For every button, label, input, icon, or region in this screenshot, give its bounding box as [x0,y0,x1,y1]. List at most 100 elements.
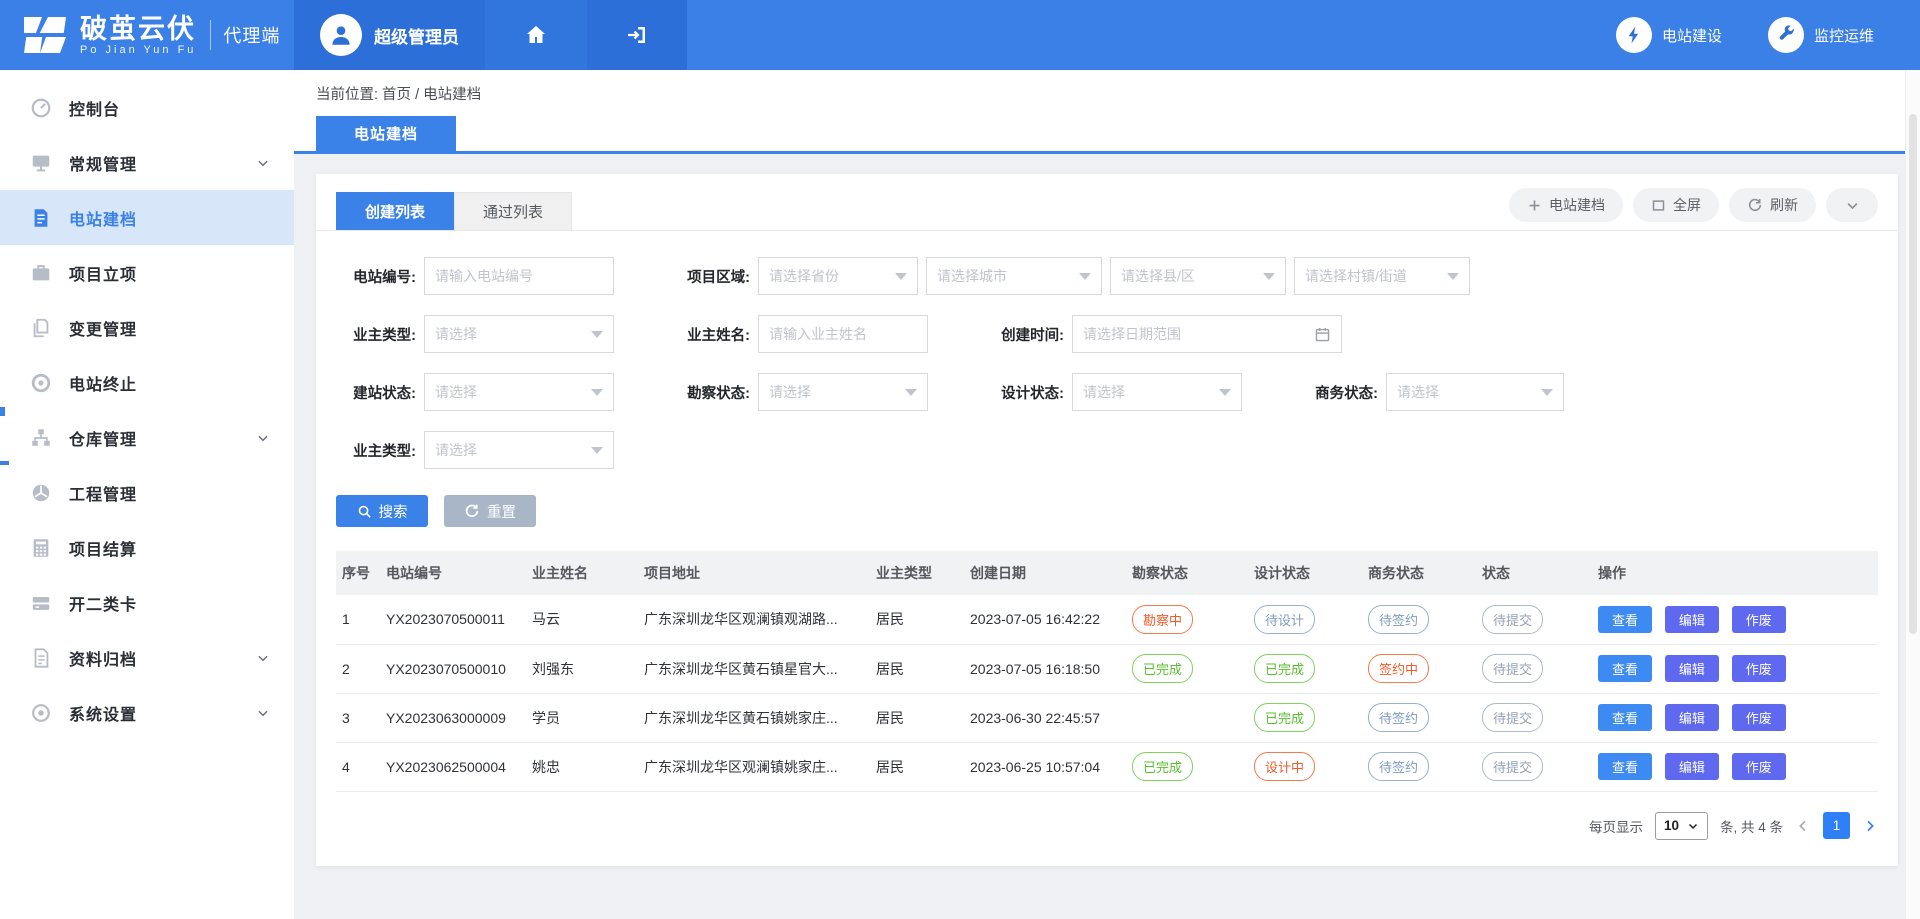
logout-button[interactable] [587,0,687,70]
date-range-input[interactable] [1072,315,1342,353]
sidebar-item-change-mgmt[interactable]: 变更管理 [0,300,294,355]
province-select[interactable]: 请选择省份 [758,257,918,295]
business-status-select[interactable]: 请选择 [1386,373,1564,411]
edit-button[interactable]: 编辑 [1665,753,1719,780]
per-page-select[interactable]: 10 [1655,812,1708,840]
sidebar-item-station-archive[interactable]: 电站建档 [0,190,294,245]
status-badge: 已完成 [1132,752,1193,781]
owner-name-input[interactable] [758,315,928,353]
user-name: 超级管理员 [374,23,459,48]
scrollbar-thumb[interactable] [1909,114,1917,634]
sidebar-item-data-archive[interactable]: 资料归档 [0,630,294,685]
tab-passed-list[interactable]: 通过列表 [454,192,572,230]
page-tab-station-archive[interactable]: 电站建档 [316,116,456,151]
edit-button[interactable]: 编辑 [1665,606,1719,633]
status-badge: 待签约 [1368,752,1429,781]
vertical-scrollbar[interactable] [1905,70,1920,919]
filter-form: 电站编号: 项目区域: 请选择省份 请选择城市 请选择县/区 请选择村镇/街道 [316,231,1898,469]
fullscreen-icon [1651,198,1666,213]
tab-create-list[interactable]: 创建列表 [336,192,454,230]
town-select[interactable]: 请选择村镇/街道 [1294,257,1470,295]
region-label: 项目区域: [670,266,750,287]
avatar [320,14,362,56]
card-toolbar: 电站建档 全屏 刷新 [1509,188,1878,230]
collapse-toolbar-button[interactable] [1826,188,1878,222]
refresh-button[interactable]: 刷新 [1729,188,1816,222]
view-button[interactable]: 查看 [1598,606,1652,633]
brand-logo-icon [22,15,68,55]
caret-down-icon [591,331,603,338]
refresh-icon [1747,197,1763,213]
sidebar-item-system-settings[interactable]: 系统设置 [0,685,294,740]
station-table: 序号 电站编号 业主姓名 项目地址 业主类型 创建日期 勘察状态 设计状态 商务… [336,551,1878,792]
home-button[interactable] [485,0,587,70]
breadcrumb: 当前位置: 首页 / 电站建档 [294,70,1920,116]
build-status-select[interactable]: 请选择 [424,373,614,411]
reset-button[interactable]: 重置 [444,495,536,527]
void-button[interactable]: 作废 [1732,704,1786,731]
portal-label: 代理端 [223,22,280,48]
wrench-icon [1768,17,1804,53]
station-code-input[interactable] [424,257,614,295]
caret-down-icon [591,447,603,454]
search-button[interactable]: 搜索 [336,495,428,527]
edit-button[interactable]: 编辑 [1665,655,1719,682]
table-row: 3 YX2023063000009 学员 广东深圳龙华区黄石镇姚家庄... 居民… [336,693,1878,742]
design-status-select[interactable]: 请选择 [1072,373,1242,411]
list-tabs-bar: 创建列表 通过列表 电站建档 全屏 [316,174,1898,231]
briefcase-icon [30,261,54,285]
prev-page-button[interactable] [1795,818,1811,834]
station-code-label: 电站编号: [336,266,416,287]
chevron-down-icon [256,706,270,720]
archive-doc-icon [30,646,54,670]
brand-title: 破茧云伏 [80,14,196,44]
void-button[interactable]: 作废 [1732,655,1786,682]
build-status-label: 建站状态: [336,382,416,403]
settings-icon [30,701,54,725]
nav-monitor-ops-label: 监控运维 [1814,25,1874,46]
owner-type2-label: 业主类型: [336,440,416,461]
city-select[interactable]: 请选择城市 [926,257,1102,295]
owner-type2-select[interactable]: 请选择 [424,431,614,469]
next-page-button[interactable] [1862,818,1878,834]
nav-monitor-ops[interactable]: 监控运维 [1768,0,1874,70]
table-header-row: 序号 电站编号 业主姓名 项目地址 业主类型 创建日期 勘察状态 设计状态 商务… [336,551,1878,595]
view-button[interactable]: 查看 [1598,753,1652,780]
sidebar-item-station-terminate[interactable]: 电站终止 [0,355,294,410]
fullscreen-button[interactable]: 全屏 [1633,188,1719,222]
status-badge: 勘察中 [1132,605,1193,634]
sidebar-item-console[interactable]: 控制台 [0,80,294,135]
county-select[interactable]: 请选择县/区 [1110,257,1286,295]
sidebar-item-engineering-mgmt[interactable]: 工程管理 [0,465,294,520]
view-button[interactable]: 查看 [1598,655,1652,682]
caret-down-icon [1541,389,1553,396]
bank-card-icon [30,591,54,615]
status-badge: 待提交 [1482,654,1543,683]
sidebar-item-project-initiation[interactable]: 项目立项 [0,245,294,300]
void-button[interactable]: 作废 [1732,606,1786,633]
sidebar-item-project-settlement[interactable]: 项目结算 [0,520,294,575]
nav-station-build[interactable]: 电站建设 [1616,0,1722,70]
survey-status-select[interactable]: 请选择 [758,373,928,411]
chevron-down-icon [1845,198,1860,213]
engineering-gauge-icon [30,481,54,505]
create-station-button[interactable]: 电站建档 [1509,188,1623,222]
sidebar-item-general-mgmt[interactable]: 常规管理 [0,135,294,190]
void-button[interactable]: 作废 [1732,753,1786,780]
sidebar: 控制台 常规管理 电站建档 项 [0,70,294,919]
user-menu[interactable]: 超级管理员 [294,0,485,70]
edit-button[interactable]: 编辑 [1665,704,1719,731]
brand-text: 破茧云伏 Po Jian Yun Fu [80,14,196,56]
view-button[interactable]: 查看 [1598,704,1652,731]
business-status-label: 商务状态: [1298,382,1378,403]
survey-status-label: 勘察状态: [670,382,750,403]
chevron-down-icon [256,431,270,445]
lightning-icon [1616,17,1652,53]
page-number-button[interactable]: 1 [1823,812,1850,839]
owner-type-label: 业主类型: [336,324,416,345]
plus-icon [1527,198,1542,213]
sidebar-item-warehouse-mgmt[interactable]: 仓库管理 [0,410,294,465]
owner-type-select[interactable]: 请选择 [424,315,614,353]
sidebar-item-open-class2-card[interactable]: 开二类卡 [0,575,294,630]
sidebar-scroll-mark [0,461,9,465]
